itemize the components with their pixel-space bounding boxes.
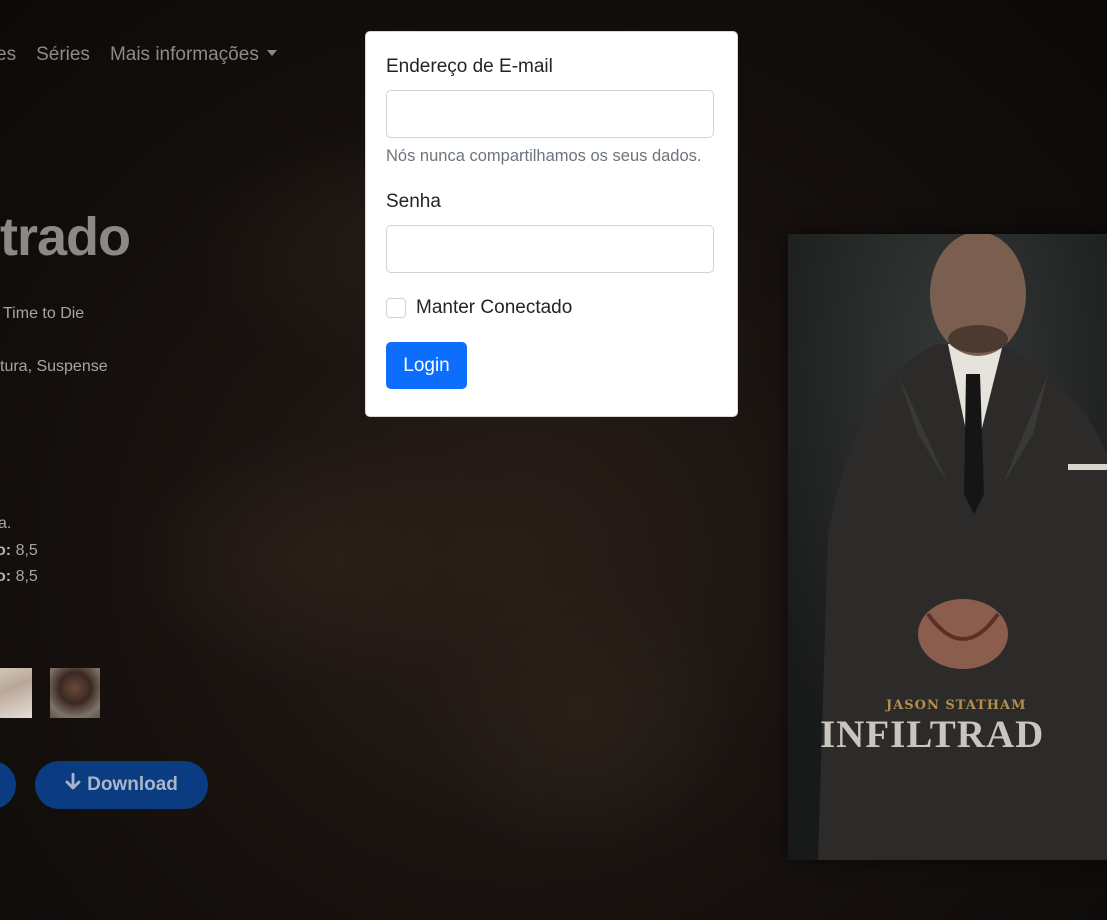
rating-label: o:: [0, 542, 12, 559]
arrow-down-icon: [65, 772, 81, 797]
watch-button[interactable]: [0, 761, 16, 809]
movie-poster: JASON STATHAM INFILTRAD: [788, 234, 1107, 860]
email-label: Endereço de E-mail: [386, 56, 553, 77]
remember-me-label: Manter Conectado: [416, 297, 573, 318]
download-button[interactable]: Download: [35, 761, 208, 809]
email-field[interactable]: [386, 90, 714, 138]
info-line-partial: a.: [0, 515, 12, 532]
nav-item-more-info-label: Mais informações: [109, 44, 259, 65]
nav-item-series[interactable]: Séries: [36, 44, 90, 66]
genres: tura, Suspense: [0, 358, 108, 375]
original-title: Time to Die: [3, 305, 85, 322]
nav-item-more-info[interactable]: Mais informações: [110, 44, 277, 66]
rating-line-2: o: 8,5: [0, 568, 38, 586]
remember-me-checkbox[interactable]: [386, 298, 406, 318]
poster-title: INFILTRAD: [820, 713, 1045, 756]
rating-value: 8,5: [15, 568, 38, 585]
login-button[interactable]: Login: [386, 342, 467, 389]
rating-label: o:: [0, 568, 12, 585]
login-dropdown: Endereço de E-mail Nós nunca compartilha…: [365, 31, 738, 417]
poster-figure-image: [788, 234, 1107, 860]
password-label: Senha: [386, 191, 441, 212]
download-label: Download: [87, 774, 178, 795]
rating-value: 8,5: [15, 542, 38, 559]
poster-actor: JASON STATHAM: [886, 698, 1027, 713]
password-field[interactable]: [386, 225, 714, 273]
cast-thumbnail[interactable]: [50, 668, 100, 718]
remember-me-row[interactable]: Manter Conectado: [386, 297, 717, 319]
email-help-text: Nós nunca compartilhamos os seus dados.: [386, 147, 702, 165]
top-navbar: es Séries Mais informações: [0, 44, 277, 66]
caret-down-icon: [266, 49, 277, 56]
movie-title: ltrado: [0, 207, 131, 267]
cast-thumbnail[interactable]: [0, 668, 32, 718]
background-shade: [420, 560, 740, 860]
nav-item-partial[interactable]: es: [0, 44, 16, 66]
rating-line-1: o: 8,5: [0, 542, 38, 560]
